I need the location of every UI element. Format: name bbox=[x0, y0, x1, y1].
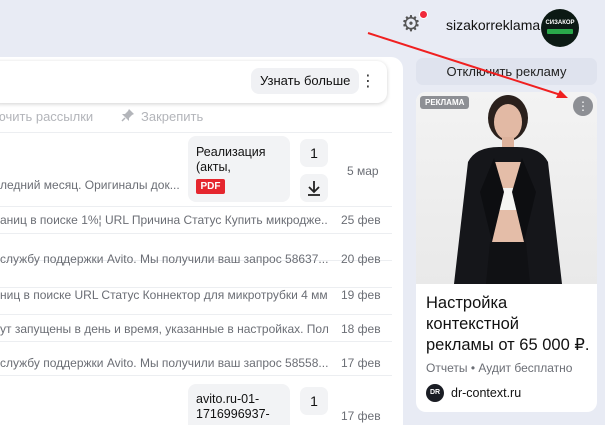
email-date: 20 фев bbox=[341, 252, 381, 266]
attachment-chip[interactable]: Реализация (акты, PDF bbox=[188, 136, 290, 202]
row-divider bbox=[0, 206, 392, 207]
learn-more-button[interactable]: Узнать больше bbox=[251, 68, 360, 94]
ad-photo[interactable] bbox=[416, 92, 597, 284]
download-icon[interactable] bbox=[300, 174, 328, 202]
pdf-file-icon: PDF bbox=[196, 179, 225, 194]
ad-domain-link[interactable]: dr-context.ru bbox=[451, 386, 521, 400]
ad-logo: DR bbox=[426, 384, 444, 402]
attachment-chip[interactable]: avito.ru-01- 1716996937- bbox=[188, 384, 290, 425]
row-divider bbox=[0, 341, 392, 342]
row-divider bbox=[0, 132, 392, 133]
email-snippet[interactable]: ут запущены в день и время, указанные в … bbox=[0, 322, 328, 336]
disable-ads-button[interactable]: Отключить рекламу bbox=[416, 58, 597, 85]
email-snippet[interactable]: ниц в поиске URL Статус Коннектор для ми… bbox=[0, 288, 328, 302]
attachment-count[interactable]: 1 bbox=[300, 387, 328, 415]
email-snippet[interactable]: службу поддержки Avito. Мы получили ваш … bbox=[0, 252, 328, 266]
ad-title[interactable]: Настройка контекстной рекламы от 65 000 … bbox=[426, 293, 591, 356]
email-date: 18 фев bbox=[341, 322, 381, 336]
ad-badge: РЕКЛАМА bbox=[420, 96, 470, 109]
avatar-logo-bar bbox=[547, 29, 573, 34]
ad-card[interactable]: РЕКЛАМА ⋮ Настройка контекстной рекламы … bbox=[416, 92, 597, 412]
ad-subtitle: Отчеты • Аудит бесплатно bbox=[426, 361, 573, 375]
attachment-name-line1: avito.ru-01- bbox=[196, 392, 260, 406]
email-date: 25 фев bbox=[341, 213, 381, 227]
pin-button[interactable]: Закрепить bbox=[141, 109, 203, 124]
email-date: 17 фев bbox=[341, 356, 381, 370]
attachment-name-line2: (акты, bbox=[196, 160, 231, 174]
avatar-logo-text: СИЗАКОР bbox=[545, 20, 575, 26]
email-date: 19 фев bbox=[341, 288, 381, 302]
row-divider bbox=[0, 314, 392, 315]
avatar[interactable]: СИЗАКОР bbox=[541, 9, 579, 47]
row-divider bbox=[0, 375, 392, 376]
disable-mailings-button[interactable]: ючить рассылки bbox=[0, 109, 93, 124]
notification-dot bbox=[419, 10, 428, 19]
email-snippet[interactable]: аниц в поиске 1%¦ URL Причина Статус Куп… bbox=[0, 213, 328, 227]
email-date: 17 фев bbox=[341, 409, 381, 423]
attachment-name-line1: Реализация bbox=[196, 145, 266, 159]
username[interactable]: sizakorreklama bbox=[446, 17, 540, 33]
pin-icon[interactable] bbox=[121, 108, 135, 122]
email-snippet[interactable]: службу поддержки Avito. Мы получили ваш … bbox=[0, 356, 328, 370]
more-options-icon[interactable]: ⋮ bbox=[360, 70, 376, 92]
attachment-name-line2: 1716996937- bbox=[196, 407, 270, 421]
email-date: 5 мар bbox=[347, 164, 379, 178]
ad-more-options-icon[interactable]: ⋮ bbox=[573, 96, 593, 116]
email-snippet[interactable]: ледний месяц. Оригиналы док... bbox=[0, 178, 180, 192]
row-divider bbox=[0, 233, 392, 234]
attachment-count[interactable]: 1 bbox=[300, 139, 328, 167]
